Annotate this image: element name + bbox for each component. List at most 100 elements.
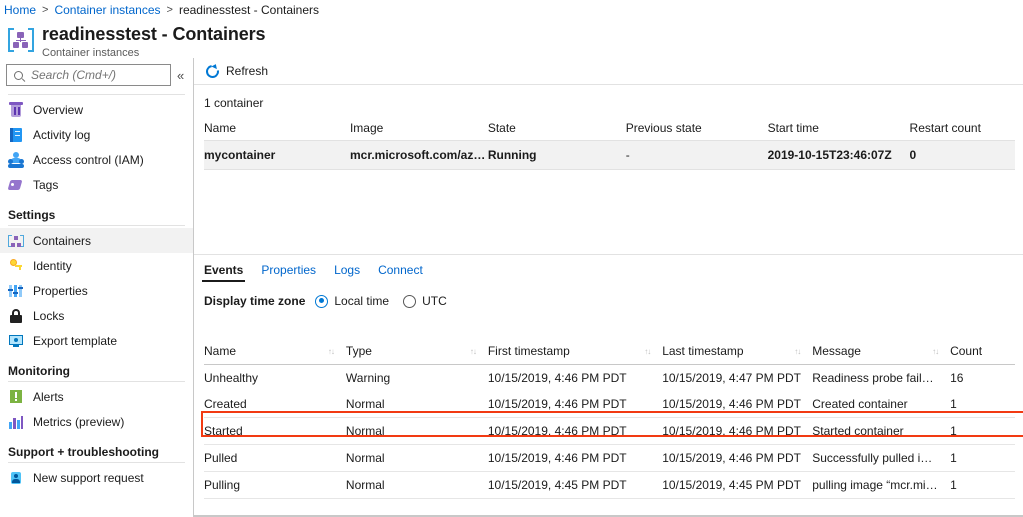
cell-last-timestamp: 10/15/2019, 4:46 PM PDT (662, 418, 812, 445)
sidebar-group-title-support: Support + troubleshooting (0, 434, 193, 462)
identity-key-icon (8, 258, 24, 274)
column-header-label: First timestamp (488, 344, 570, 358)
container-instances-icon (8, 27, 34, 53)
access-control-icon (8, 152, 24, 168)
cell-count: 16 (950, 365, 1015, 392)
sidebar-item-locks[interactable]: Locks (0, 303, 193, 328)
sidebar-item-alerts[interactable]: Alerts (0, 384, 193, 409)
export-template-icon (8, 333, 24, 349)
cell-state: Running (488, 141, 626, 170)
sidebar-item-access-control[interactable]: Access control (IAM) (0, 147, 193, 172)
page-title: readinesstest - Containers (42, 23, 265, 45)
table-row[interactable]: Started Normal 10/15/2019, 4:46 PM PDT 1… (204, 418, 1015, 445)
column-header-state[interactable]: State (488, 116, 626, 141)
tab-properties[interactable]: Properties (261, 263, 316, 282)
radio-selected-icon (315, 295, 328, 308)
sidebar-item-activity-log[interactable]: Activity log (0, 122, 193, 147)
column-header-count[interactable]: Count (950, 340, 1015, 365)
sort-arrows-icon[interactable]: ↑↓ (644, 347, 650, 356)
sort-arrows-icon[interactable]: ↑↓ (794, 347, 800, 356)
search-box[interactable] (6, 64, 171, 86)
breadcrumb-item-home[interactable]: Home (4, 3, 36, 17)
sort-arrows-icon[interactable]: ↑↓ (932, 347, 938, 356)
sidebar-group-settings: Containers Identity Properties (0, 228, 193, 353)
column-header-name[interactable]: Name ↑↓ (204, 340, 346, 365)
table-row[interactable]: Created Normal 10/15/2019, 4:46 PM PDT 1… (204, 391, 1015, 418)
table-row[interactable]: Pulling Normal 10/15/2019, 4:45 PM PDT 1… (204, 472, 1015, 499)
column-header-label: Name (204, 344, 236, 358)
metrics-icon (8, 414, 24, 430)
cell-first-timestamp: 10/15/2019, 4:46 PM PDT (488, 391, 662, 418)
column-header-message[interactable]: Message↑↓ (812, 340, 950, 365)
tab-logs[interactable]: Logs (334, 263, 360, 282)
sort-arrows-icon[interactable]: ↑↓ (470, 347, 476, 356)
sidebar-item-label: Containers (33, 234, 91, 248)
column-header-label: Last timestamp (662, 344, 743, 358)
table-row[interactable]: Unhealthy Warning 10/15/2019, 4:46 PM PD… (204, 365, 1015, 392)
sidebar-item-identity[interactable]: Identity (0, 253, 193, 278)
column-header-restart-count[interactable]: Restart count (910, 116, 1015, 141)
cell-last-timestamp: 10/15/2019, 4:46 PM PDT (662, 391, 812, 418)
sort-arrows-icon[interactable]: ↑↓ (328, 347, 334, 356)
column-header-label: Count (950, 344, 982, 358)
cell-restart-count: 0 (910, 141, 1015, 170)
sidebar-item-label: Overview (33, 103, 83, 117)
table-header-row: Name ↑↓ Type↑↓ First timestamp ↑↓ Last tim… (204, 340, 1015, 365)
table-row[interactable]: Pulled Normal 10/15/2019, 4:46 PM PDT 10… (204, 445, 1015, 472)
content-pane: Refresh 1 container Name Image S (194, 58, 1023, 517)
sidebar-group-support: New support request (0, 465, 193, 490)
table-row[interactable]: mycontainer mcr.microsoft.com/azure... R… (204, 141, 1015, 170)
cell-name: Unhealthy (204, 365, 346, 392)
column-header-type[interactable]: Type↑↓ (346, 340, 488, 365)
activity-log-icon (8, 127, 24, 143)
radio-utc[interactable]: UTC (403, 294, 447, 308)
column-header-previous-state[interactable]: Previous state (626, 116, 768, 141)
column-header-start-time[interactable]: Start time (768, 116, 910, 141)
tab-connect[interactable]: Connect (378, 263, 423, 282)
breadcrumb-item-container-instances[interactable]: Container instances (54, 3, 160, 17)
tab-events[interactable]: Events (204, 263, 243, 282)
cell-start-time: 2019-10-15T23:46:07Z (768, 141, 910, 170)
cell-name: Started (204, 418, 346, 445)
search-input[interactable] (29, 67, 159, 83)
cell-message: Started container (812, 418, 950, 445)
breadcrumb-separator: > (167, 4, 173, 16)
alerts-icon (8, 389, 24, 405)
sidebar-item-overview[interactable]: Overview (0, 97, 193, 122)
cell-name: Pulling (204, 472, 346, 499)
cell-last-timestamp: 10/15/2019, 4:45 PM PDT (662, 472, 812, 499)
cell-last-timestamp: 10/15/2019, 4:47 PM PDT (662, 365, 812, 392)
sidebar-item-metrics[interactable]: Metrics (preview) (0, 409, 193, 434)
sidebar-group-rule (8, 225, 185, 226)
sidebar-item-label: Tags (33, 178, 58, 192)
column-header-name[interactable]: Name (204, 116, 350, 141)
display-timezone-label: Display time zone (204, 294, 305, 308)
command-bar: Refresh (194, 58, 1023, 85)
sidebar-item-new-support-request[interactable]: New support request (0, 465, 193, 490)
sidebar-item-label: Activity log (33, 128, 90, 142)
column-header-first-timestamp[interactable]: First timestamp ↑↓ (488, 340, 662, 365)
sidebar-item-label: Identity (33, 259, 72, 273)
cell-first-timestamp: 10/15/2019, 4:45 PM PDT (488, 472, 662, 499)
chevron-double-left-icon[interactable]: « (177, 69, 184, 82)
sidebar-group-monitoring: Alerts Metrics (preview) (0, 384, 193, 434)
detail-tabs: Events Properties Logs Connect (194, 255, 1023, 282)
events-table: Name ↑↓ Type↑↓ First timestamp ↑↓ Last tim… (204, 340, 1015, 499)
container-count-label: 1 container (194, 85, 1023, 110)
column-header-last-timestamp[interactable]: Last timestamp ↑↓ (662, 340, 812, 365)
sidebar-item-label: Properties (33, 284, 88, 298)
sidebar-item-export-template[interactable]: Export template (0, 328, 193, 353)
sidebar-item-properties[interactable]: Properties (0, 278, 193, 303)
refresh-button[interactable]: Refresh (202, 64, 272, 78)
sidebar: « Overview Activity log (0, 58, 194, 517)
table-header-row: Name Image State Previous state Start ti… (204, 116, 1015, 141)
cell-image: mcr.microsoft.com/azure... (350, 141, 488, 170)
cell-type: Normal (346, 418, 488, 445)
sidebar-item-tags[interactable]: Tags (0, 172, 193, 197)
cell-type: Normal (346, 472, 488, 499)
column-header-image[interactable]: Image (350, 116, 488, 141)
radio-local-time[interactable]: Local time (315, 294, 389, 308)
sidebar-item-containers[interactable]: Containers (0, 228, 193, 253)
events-table-wrap: Name ↑↓ Type↑↓ First timestamp ↑↓ Last tim… (204, 340, 1015, 499)
sidebar-item-label: Alerts (33, 390, 64, 404)
